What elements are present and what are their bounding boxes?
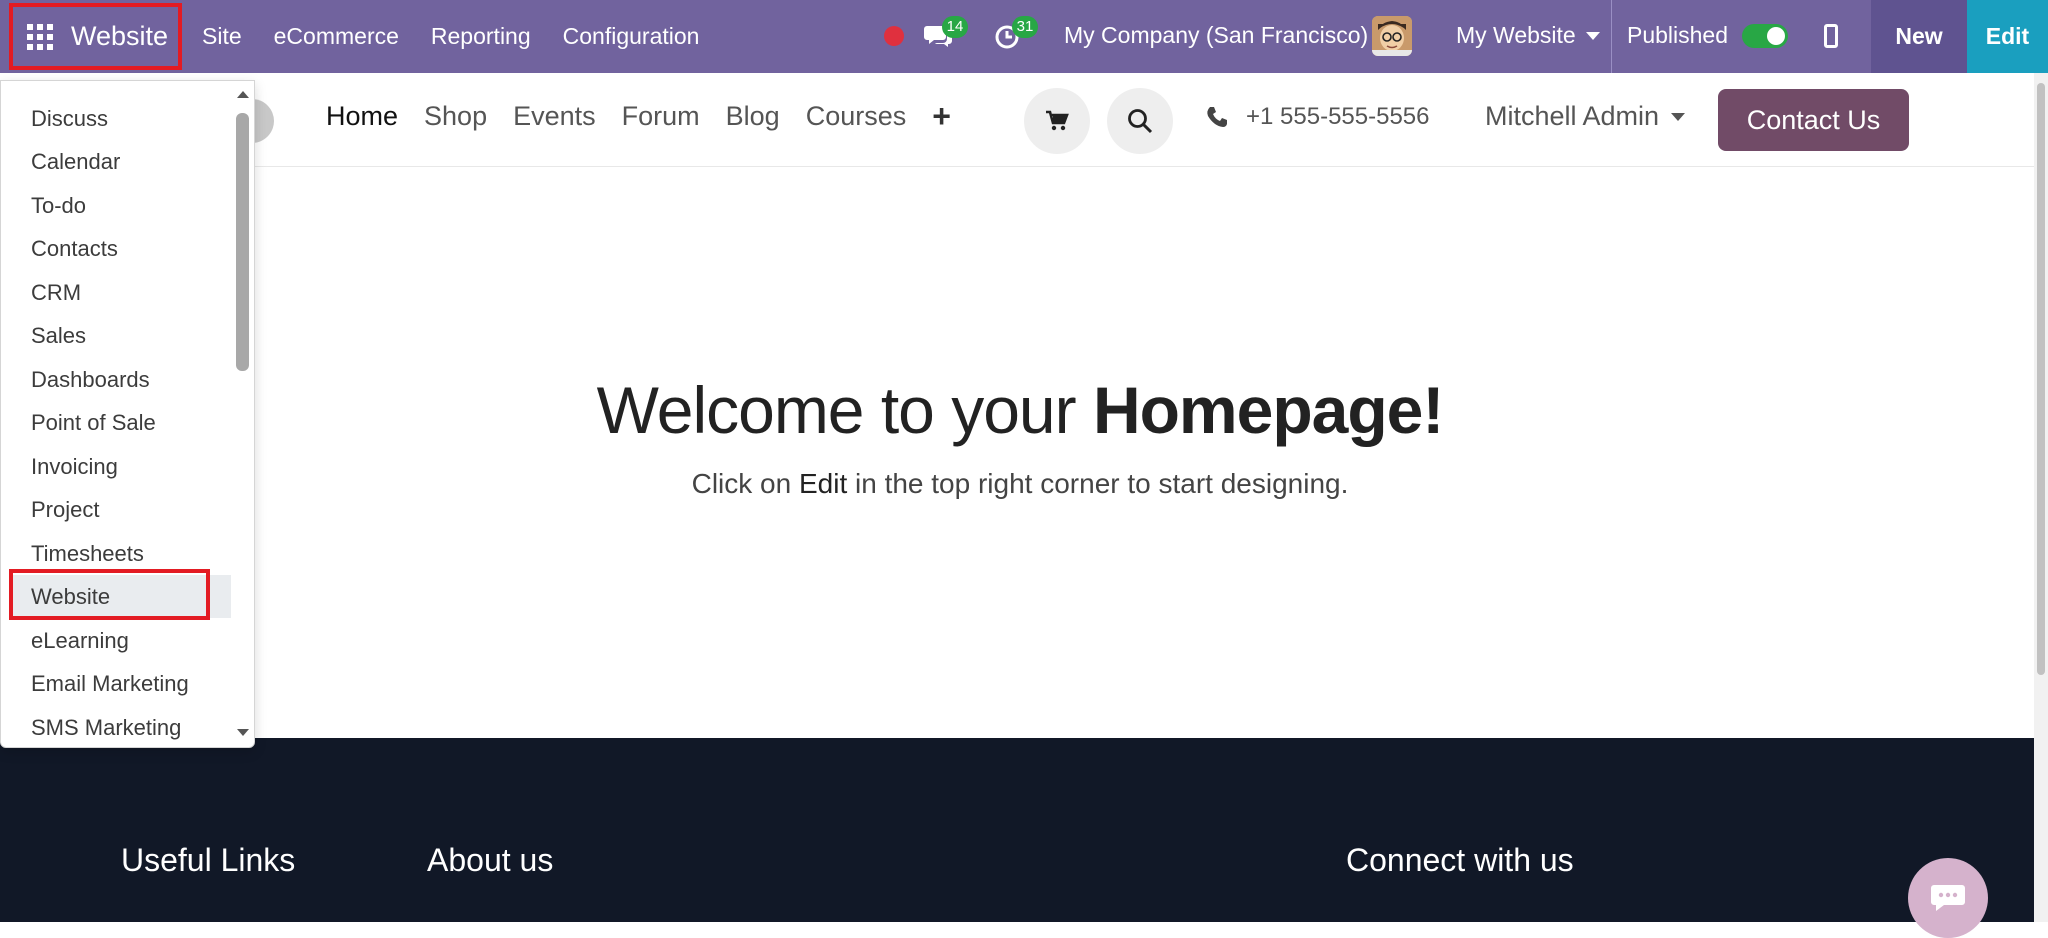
menu-reporting[interactable]: Reporting [431, 23, 531, 50]
messages-badge: 14 [942, 16, 968, 38]
website-nav: Home Shop Events Forum Blog Courses + [326, 100, 951, 132]
app-title: Website [71, 21, 169, 51]
nav-forum[interactable]: Forum [622, 101, 700, 132]
top-menu: Site eCommerce Reporting Configuration [202, 0, 731, 73]
apps-dropdown: Discuss Calendar To-do Contacts CRM Sale… [0, 80, 255, 748]
app-item-crm[interactable]: CRM [11, 271, 231, 314]
published-toggle[interactable]: Published [1627, 22, 1789, 49]
app-item-invoicing[interactable]: Invoicing [11, 445, 231, 488]
hero-title: Welcome to your Homepage! [0, 372, 2040, 448]
nav-blog[interactable]: Blog [726, 101, 780, 132]
user-avatar[interactable] [1372, 16, 1412, 56]
page-scrollbar[interactable] [2034, 73, 2048, 922]
phone-contact[interactable]: +1 555-555-5556 [1206, 103, 1430, 131]
app-item-calendar[interactable]: Calendar [11, 140, 231, 183]
app-item-timesheets[interactable]: Timesheets [11, 532, 231, 575]
activities-badge: 31 [1012, 16, 1038, 38]
published-switch[interactable] [1742, 23, 1789, 48]
app-item-todo[interactable]: To-do [11, 184, 231, 227]
company-switcher[interactable]: My Company (San Francisco) [1064, 22, 1368, 49]
app-item-dashboards[interactable]: Dashboards [11, 358, 231, 401]
user-name: Mitchell Admin [1485, 101, 1660, 131]
app-item-email-marketing[interactable]: Email Marketing [11, 662, 231, 705]
page-scrollbar-thumb[interactable] [2037, 83, 2045, 675]
chevron-down-icon [1585, 31, 1600, 40]
livechat-button[interactable] [1908, 858, 1988, 938]
apps-menu-scrollbar[interactable] [233, 81, 251, 747]
cart-icon [1046, 110, 1069, 131]
cart-button[interactable] [1024, 88, 1090, 154]
search-button[interactable] [1107, 88, 1173, 154]
footer-about-heading: About us [427, 842, 554, 878]
mobile-preview-icon[interactable] [1824, 24, 1838, 48]
app-item-project[interactable]: Project [11, 488, 231, 531]
top-navbar: Website Site eCommerce Reporting Configu… [0, 0, 2048, 73]
activities-button[interactable]: 31 [994, 16, 1038, 52]
user-menu[interactable]: Mitchell Admin [1485, 101, 1686, 132]
chevron-down-icon [1671, 112, 1686, 121]
messages-button[interactable]: 14 [924, 16, 968, 52]
apps-grid-icon [27, 23, 53, 50]
app-item-point-of-sale[interactable]: Point of Sale [11, 401, 231, 444]
navbar-divider [1611, 0, 1612, 73]
scroll-down-icon[interactable] [237, 729, 249, 736]
site-footer: Useful Links About us Connect with us [0, 738, 2034, 922]
chat-bubble-icon [1931, 885, 1965, 911]
footer-connect-heading: Connect with us [1346, 842, 1574, 878]
hero-subtitle-after: in the top right corner to start designi… [847, 468, 1349, 499]
nav-events[interactable]: Events [513, 101, 596, 132]
nav-courses[interactable]: Courses [806, 101, 907, 132]
hero-subtitle-before: Click on [691, 468, 799, 499]
website-header: Home Shop Events Forum Blog Courses + +1… [0, 73, 2040, 167]
hero-title-prefix: Welcome to your [596, 373, 1093, 447]
phone-number: +1 555-555-5556 [1246, 103, 1430, 130]
add-page-icon[interactable]: + [932, 100, 951, 132]
app-item-sms-marketing[interactable]: SMS Marketing [11, 706, 231, 747]
debug-icon[interactable] [884, 26, 904, 46]
hero-subtitle: Click on Edit in the top right corner to… [0, 468, 2040, 500]
nav-shop[interactable]: Shop [424, 101, 487, 132]
contact-us-button[interactable]: Contact Us [1718, 89, 1909, 151]
website-selector-label: My Website [1456, 22, 1576, 48]
app-item-website[interactable]: Website [11, 575, 231, 618]
hero-title-bold: Homepage! [1092, 373, 1444, 447]
app-item-contacts[interactable]: Contacts [11, 227, 231, 270]
menu-configuration[interactable]: Configuration [563, 23, 700, 50]
app-item-discuss[interactable]: Discuss [11, 97, 231, 140]
footer-useful-links-heading: Useful Links [121, 842, 296, 878]
website-selector[interactable]: My Website [1456, 22, 1600, 49]
apps-menu-scrollbar-thumb[interactable] [236, 113, 249, 371]
menu-site[interactable]: Site [202, 23, 242, 50]
hero-subtitle-edit: Edit [798, 468, 848, 499]
scroll-up-icon[interactable] [237, 91, 249, 98]
new-button[interactable]: New [1871, 0, 1967, 73]
search-icon [1128, 109, 1153, 134]
phone-icon [1207, 107, 1227, 127]
nav-home[interactable]: Home [326, 101, 398, 132]
menu-ecommerce[interactable]: eCommerce [274, 23, 399, 50]
published-label: Published [1627, 22, 1729, 48]
app-item-sales[interactable]: Sales [11, 314, 231, 357]
edit-button[interactable]: Edit [1967, 0, 2048, 73]
apps-menu-toggle[interactable]: Website [9, 3, 182, 70]
app-item-elearning[interactable]: eLearning [11, 619, 231, 662]
avatar-icon [1372, 16, 1412, 56]
